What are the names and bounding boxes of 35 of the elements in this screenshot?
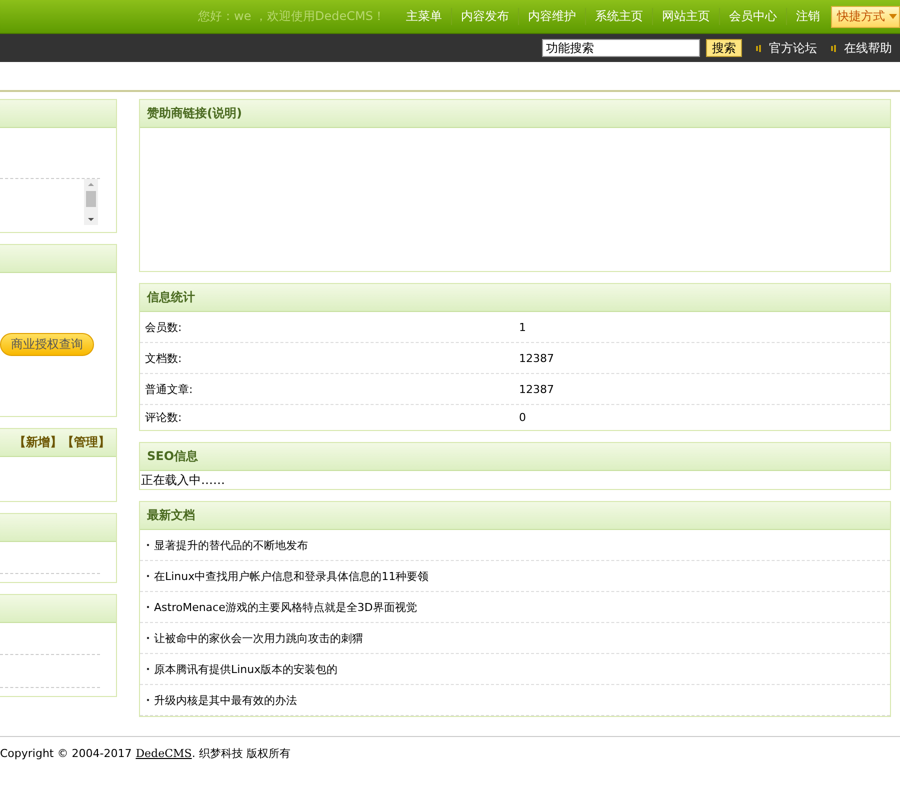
- toolbar-link[interactable]: 在线帮助: [844, 40, 892, 56]
- scrollbar[interactable]: [84, 179, 98, 225]
- panel-title: 信息统计: [147, 289, 195, 306]
- stat-label: 评论数:: [145, 410, 183, 425]
- panel-title: 赞助商链接(说明): [147, 105, 242, 122]
- stat-label: 文档数:: [145, 350, 183, 366]
- document-link[interactable]: AstroMenace游戏的主要风格特点就是全3D界面视觉: [154, 600, 417, 614]
- toolbar-link[interactable]: 官方论坛: [769, 40, 817, 56]
- stat-value: 0: [519, 411, 526, 424]
- caret-icon: [889, 14, 897, 19]
- signal-icon: [756, 44, 763, 52]
- copyright-text: Copyright © 2004-2017: [0, 747, 132, 760]
- panel-title: 最新文档: [147, 507, 195, 524]
- company-text: . 织梦科技 版权所有: [192, 746, 290, 761]
- shortcut-menu-button[interactable]: 快捷方式: [831, 6, 900, 28]
- action-link[interactable]: 【管理】: [62, 434, 110, 451]
- document-link[interactable]: 在Linux中查找用户帐户信息和登录具体信息的11种要领: [154, 568, 429, 584]
- document-link[interactable]: 升级内核是其中最有效的办法: [154, 692, 297, 708]
- document-link[interactable]: 让被命中的家伙会一次用力跳向攻击的刺猬: [154, 630, 363, 646]
- stat-label: 普通文章:: [145, 382, 194, 396]
- signal-icon: [831, 44, 838, 52]
- loading-text: 正在载入中……: [140, 472, 226, 489]
- search-field[interactable]: 功能搜索: [542, 39, 700, 57]
- search-button[interactable]: 搜索: [706, 39, 742, 57]
- action-link[interactable]: 【新增】: [14, 434, 62, 451]
- welcome-text: 您好：we ，欢迎使用DedeCMS！: [198, 8, 385, 25]
- panel-title: SEO信息: [147, 448, 198, 465]
- license-query-button[interactable]: 商业授权查询: [0, 333, 94, 356]
- stat-label: 会员数:: [145, 320, 183, 334]
- stat-value: 12387: [519, 382, 554, 396]
- stat-value: 1: [519, 320, 526, 334]
- document-link[interactable]: 显著提升的替代品的不断地发布: [154, 538, 308, 552]
- dedecms-link[interactable]: DedeCMS: [136, 747, 192, 760]
- document-link[interactable]: 原本腾讯有提供Linux版本的安装包的: [154, 662, 338, 676]
- stat-value: 12387: [519, 352, 554, 364]
